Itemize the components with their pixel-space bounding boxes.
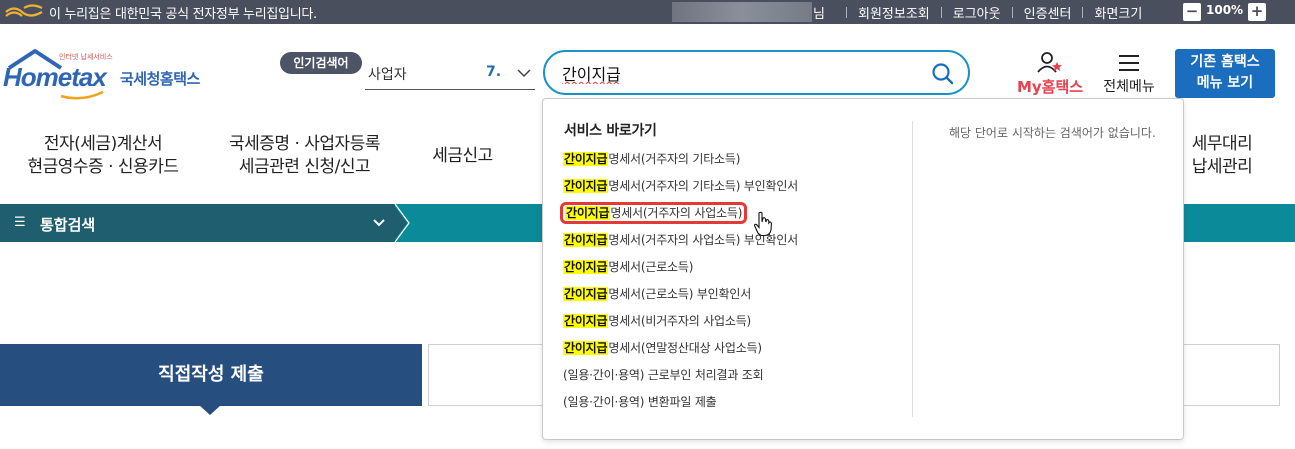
breadcrumb-separator-icon [393, 204, 410, 242]
suggestion-text: 명세서(거주자의 사업소득) [610, 206, 743, 220]
logo-tagline: 인터넷 납세서비스 [59, 53, 113, 61]
suggestion-item-selected[interactable]: 간이지급명세서(거주자의 사업소득) [559, 202, 913, 230]
highlight: 간이지급 [563, 179, 609, 193]
highlight: 간이지급 [563, 314, 609, 328]
nav-line: 세금신고 [432, 146, 493, 166]
search-box [543, 50, 970, 95]
logout-link[interactable]: 로그아웃 [953, 3, 1001, 22]
search-input[interactable] [562, 62, 922, 84]
suggestion-text: 명세서(거주자의 기타소득) [608, 152, 741, 166]
redacted-username [672, 2, 812, 22]
old-btn-line2: 메뉴 보기 [1196, 75, 1254, 91]
nav-line: 세무대리 [1191, 134, 1253, 154]
divider [1011, 7, 1013, 18]
logo-wordmark: Hometax [3, 62, 107, 92]
chevron-down-icon[interactable] [516, 65, 532, 81]
hot-keywords-select[interactable]: 사업자 7. [365, 60, 535, 90]
zoom-out-button[interactable]: − [1183, 3, 1201, 21]
suggestion-item[interactable]: 간이지급명세서(근로소득) [563, 257, 913, 284]
old-btn-line1: 기존 홈택스 [1190, 54, 1260, 70]
all-menu-button[interactable]: 전체메뉴 [1096, 50, 1162, 96]
suggestion-item[interactable]: 간이지급명세서(비거주자의 사업소득) [563, 311, 913, 338]
egov-logo-icon [5, 4, 43, 17]
highlight: 간이지급 [563, 287, 609, 301]
divider [940, 7, 942, 18]
cert-center-link[interactable]: 인증센터 [1024, 3, 1072, 22]
nav-item-tax-filing[interactable]: 세금신고 [420, 145, 505, 168]
integrated-search-menu[interactable]: ☰ 통합검색 [0, 204, 395, 242]
direct-submit-tab[interactable]: 직접작성 제출 [0, 344, 422, 406]
suggestion-item[interactable]: 간이지급명세서(거주자의 사업소득) 부인확인서 [563, 230, 913, 257]
nav-line: 납세관리 [1191, 157, 1253, 177]
nav-line: 전자(세금)계산서 [43, 134, 163, 154]
my-hometax-label: My홈택스 [1016, 78, 1084, 96]
suggestion-text: 명세서(거주자의 기타소득) 부인확인서 [608, 179, 799, 193]
logo-swoosh-icon [60, 90, 104, 100]
hot-keyword-rank: 7. [486, 64, 502, 80]
nav-item-tax-agent[interactable]: 세무대리 납세관리 [1178, 133, 1266, 179]
logo-korean-name: 국세청홈택스 [120, 70, 200, 88]
gov-links: 회원정보조회 로그아웃 인증센터 화면크기 [835, 3, 1142, 22]
suggestion-text: 명세서(근로소득) 부인확인서 [608, 287, 752, 301]
zoom-value: 100% [1206, 3, 1244, 17]
suggestion-item[interactable]: (일용·간이·용역) 변환파일 제출 [563, 392, 913, 419]
hamburger-icon [1119, 55, 1139, 71]
search-suggestion-dropdown: 서비스 바로가기 간이지급명세서(거주자의 기타소득) 간이지급명세서(거주자의… [542, 98, 1184, 440]
gov-banner: 이 누리집은 대한민국 공식 전자정부 누리집입니다. 님 회원정보조회 로그아… [0, 0, 1295, 24]
highlight: 간이지급 [563, 341, 609, 355]
suggestion-text: (일용·간이·용역) 근로부인 처리결과 조회 [563, 368, 764, 382]
gov-banner-text: 이 누리집은 대한민국 공식 전자정부 누리집입니다. [49, 7, 317, 22]
tab-pointer [199, 405, 221, 415]
all-menu-label: 전체메뉴 [1103, 79, 1155, 95]
highlight: 간이지급 [563, 233, 609, 247]
divider [846, 7, 847, 18]
suggestion-item[interactable]: 간이지급명세서(거주자의 기타소득) [563, 149, 913, 176]
nav-line: 국세증명 · 사업자등록 [229, 134, 380, 154]
hand-cursor-icon [753, 211, 772, 237]
menu-icon: ☰ [14, 215, 26, 230]
zoom-in-button[interactable]: + [1248, 3, 1266, 21]
chevron-down-icon[interactable] [372, 218, 386, 228]
divider [1082, 7, 1084, 18]
user-suffix: 님 [813, 7, 825, 22]
hot-keywords-badge: 인기검색어 [280, 52, 362, 74]
highlight: 간이지급 [563, 260, 609, 274]
search-icon[interactable] [931, 62, 955, 86]
no-result-message: 해당 단어로 시작하는 검색어가 없습니다. [949, 126, 1156, 140]
breadcrumb-label: 통합검색 [40, 216, 96, 234]
screen-size-label: 화면크기 [1094, 7, 1143, 22]
my-hometax-button[interactable]: My홈택스 [1012, 50, 1088, 96]
nav-line: 세금관련 신청/신고 [238, 157, 371, 177]
suggestion-text: (일용·간이·용역) 변환파일 제출 [563, 395, 717, 409]
suggestion-item[interactable]: (일용·간이·용역) 근로부인 처리결과 조회 [563, 365, 913, 392]
divider [912, 121, 913, 417]
suggestion-item[interactable]: 간이지급명세서(거주자의 기타소득) 부인확인서 [563, 176, 913, 203]
suggestion-text: 명세서(연말정산대상 사업소득) [608, 341, 762, 355]
dropdown-title: 서비스 바로가기 [564, 123, 657, 139]
hometax-logo[interactable]: 인터넷 납세서비스 Hometax 국세청홈택스 [3, 48, 218, 106]
suggestion-list: 간이지급명세서(거주자의 기타소득) 간이지급명세서(거주자의 기타소득) 부인… [559, 149, 913, 419]
old-hometax-menu-button[interactable]: 기존 홈택스 메뉴 보기 [1175, 49, 1275, 98]
suggestion-item[interactable]: 간이지급명세서(근로소득) 부인확인서 [563, 284, 913, 311]
user-star-icon [1037, 52, 1062, 73]
nav-line: 현금영수증 · 신용카드 [27, 157, 179, 177]
highlight: 간이지급 [563, 152, 609, 166]
hot-keyword[interactable]: 사업자 [368, 64, 407, 84]
suggestion-text: 명세서(비거주자의 사업소득) [608, 314, 752, 328]
nav-item-certificate[interactable]: 국세증명 · 사업자등록 세금관련 신청/신고 [212, 133, 397, 179]
nav-item-invoice[interactable]: 전자(세금)계산서 현금영수증 · 신용카드 [18, 133, 188, 179]
suggestion-item[interactable]: 간이지급명세서(연말정산대상 사업소득) [563, 338, 913, 365]
member-info-link[interactable]: 회원정보조회 [858, 3, 930, 22]
suggestion-text: 명세서(근로소득) [608, 260, 694, 274]
highlight: 간이지급 [565, 206, 611, 220]
